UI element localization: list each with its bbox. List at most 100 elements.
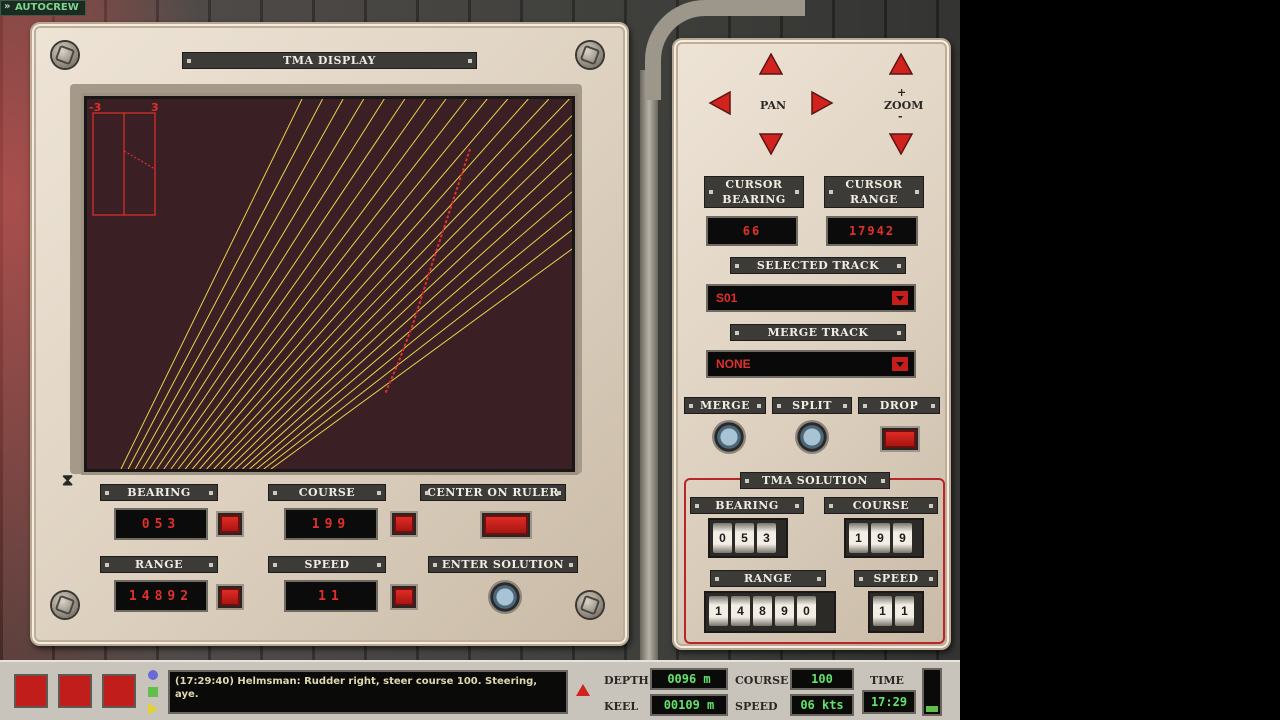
zoom-plus-label: + xyxy=(897,86,907,99)
counter-digit[interactable]: 0 xyxy=(797,596,816,626)
solution-range-counter[interactable]: 1 4 8 9 0 xyxy=(704,591,836,633)
range-display: 14892 xyxy=(114,580,208,612)
course-status-label: COURSE xyxy=(735,674,789,687)
solution-speed-label: SPEED xyxy=(854,570,938,587)
speed-label: SPEED xyxy=(268,556,386,573)
keel-label: KEEL xyxy=(604,700,639,713)
pan-up-arrow-icon[interactable] xyxy=(758,52,784,78)
solution-range-label: RANGE xyxy=(710,570,826,587)
play-indicator-icon[interactable] xyxy=(148,703,158,715)
scale-left-label: -3 xyxy=(89,101,101,114)
zoom-out-arrow-icon[interactable] xyxy=(888,130,914,156)
hourglass-icon: ⧗ xyxy=(62,470,74,489)
merge-track-value: NONE xyxy=(716,357,751,371)
bearing-set-button[interactable] xyxy=(216,511,244,537)
counter-digit[interactable]: 1 xyxy=(709,596,728,626)
bearing-line xyxy=(156,99,406,469)
range-label: RANGE xyxy=(100,556,218,573)
counter-digit[interactable]: 1 xyxy=(873,596,892,626)
bolt xyxy=(52,592,78,618)
bearing-line xyxy=(120,99,303,469)
bearing-line xyxy=(177,99,467,469)
cursor-bearing-label: CURSOR BEARING xyxy=(704,176,804,208)
counter-digit[interactable]: 9 xyxy=(893,523,912,553)
message-scroll-up-icon[interactable] xyxy=(576,684,590,696)
dropdown-arrow-icon[interactable] xyxy=(892,357,908,371)
enter-solution-label: ENTER SOLUTION xyxy=(428,556,578,573)
time-label: TIME xyxy=(870,674,904,687)
bearing-label: BEARING xyxy=(100,484,218,501)
cursor-bearing-display: 66 xyxy=(706,216,798,246)
selected-track-select[interactable]: S01 xyxy=(706,284,916,312)
speed-set-button[interactable] xyxy=(390,584,418,610)
solution-bearing-label: BEARING xyxy=(690,497,804,514)
merge-track-label: MERGE TRACK xyxy=(730,324,906,341)
center-on-ruler-button[interactable] xyxy=(480,511,532,539)
bearing-line xyxy=(263,229,572,469)
counter-digit[interactable]: 0 xyxy=(713,523,732,553)
merge-knob[interactable] xyxy=(712,420,746,454)
speed-status-label: SPEED xyxy=(735,700,778,713)
counter-digit[interactable]: 4 xyxy=(731,596,750,626)
pan-right-arrow-icon[interactable] xyxy=(808,90,834,116)
ruler-scale: -3 3 xyxy=(89,101,159,216)
pan-down-arrow-icon[interactable] xyxy=(758,130,784,156)
solution-speed-counter[interactable]: 1 1 xyxy=(868,591,924,633)
cursor-range-label: CURSOR RANGE xyxy=(824,176,924,208)
status-bar: (17:29:40) Helmsman: Rudder right, steer… xyxy=(0,660,960,720)
bearing-line xyxy=(127,99,324,469)
bearing-line xyxy=(270,248,572,469)
bearing-line xyxy=(141,99,365,469)
crew-icon[interactable] xyxy=(58,674,92,708)
split-knob[interactable] xyxy=(795,420,829,454)
zoom-label: ZOOM xyxy=(884,99,924,112)
green-indicator-icon[interactable] xyxy=(148,687,158,697)
game-scene: AUTOCREW TMA DISPLAY -3 3 ⧗ xyxy=(0,0,960,720)
bearing-line xyxy=(220,115,572,469)
solution-bearing-counter[interactable]: 0 5 3 xyxy=(708,518,788,558)
tma-display-title: TMA DISPLAY xyxy=(182,52,477,69)
course-set-button[interactable] xyxy=(390,511,418,537)
counter-digit[interactable]: 9 xyxy=(775,596,794,626)
counter-digit[interactable]: 8 xyxy=(753,596,772,626)
counter-digit[interactable]: 3 xyxy=(757,523,776,553)
bearing-line xyxy=(199,99,529,469)
counter-digit[interactable]: 5 xyxy=(735,523,754,553)
message-log: (17:29:40) Helmsman: Rudder right, steer… xyxy=(168,670,568,714)
bearing-display: 053 xyxy=(114,508,208,540)
pan-left-arrow-icon[interactable] xyxy=(708,90,734,116)
merge-track-select[interactable]: NONE xyxy=(706,350,916,378)
center-on-ruler-label: CENTER ON RULER xyxy=(420,484,566,501)
contact-track xyxy=(384,148,471,395)
drop-button[interactable] xyxy=(880,426,920,452)
depth-display: 0096 m xyxy=(650,668,728,690)
damage-control-icon[interactable] xyxy=(102,674,136,708)
keel-display: 00109 m xyxy=(650,694,728,716)
counter-digit[interactable]: 1 xyxy=(849,523,868,553)
solution-course-counter[interactable]: 1 9 9 xyxy=(844,518,924,558)
blue-indicator-icon[interactable] xyxy=(148,670,158,680)
dropdown-arrow-icon[interactable] xyxy=(892,291,908,305)
control-panel: PAN + ZOOM - CURSOR BEARING 66 CURSOR RANG… xyxy=(672,38,951,650)
stations-icon[interactable] xyxy=(14,674,48,708)
merge-label: MERGE xyxy=(684,397,766,414)
autocrew-tag[interactable]: AUTOCREW xyxy=(0,0,86,16)
solution-course-label: COURSE xyxy=(824,497,938,514)
tma-panel: TMA DISPLAY -3 3 ⧗ BEARING 053 COURSE 19… xyxy=(30,22,629,646)
course-display: 199 xyxy=(284,508,378,540)
course-status-display: 100 xyxy=(790,668,854,690)
tma-screen[interactable]: -3 3 xyxy=(84,96,575,472)
scale-right-label: 3 xyxy=(151,101,159,114)
speed-display: 11 xyxy=(284,580,378,612)
speed-status-display: 06 kts xyxy=(790,694,854,716)
range-set-button[interactable] xyxy=(216,584,244,610)
drop-label: DROP xyxy=(858,397,940,414)
tma-plot[interactable]: -3 3 xyxy=(87,99,572,469)
counter-digit[interactable]: 1 xyxy=(895,596,914,626)
selected-track-label: SELECTED TRACK xyxy=(730,257,906,274)
split-label: SPLIT xyxy=(772,397,852,414)
counter-digit[interactable]: 9 xyxy=(871,523,890,553)
bolt xyxy=(577,592,603,618)
zoom-in-arrow-icon[interactable] xyxy=(888,52,914,78)
enter-solution-knob[interactable] xyxy=(488,580,522,614)
